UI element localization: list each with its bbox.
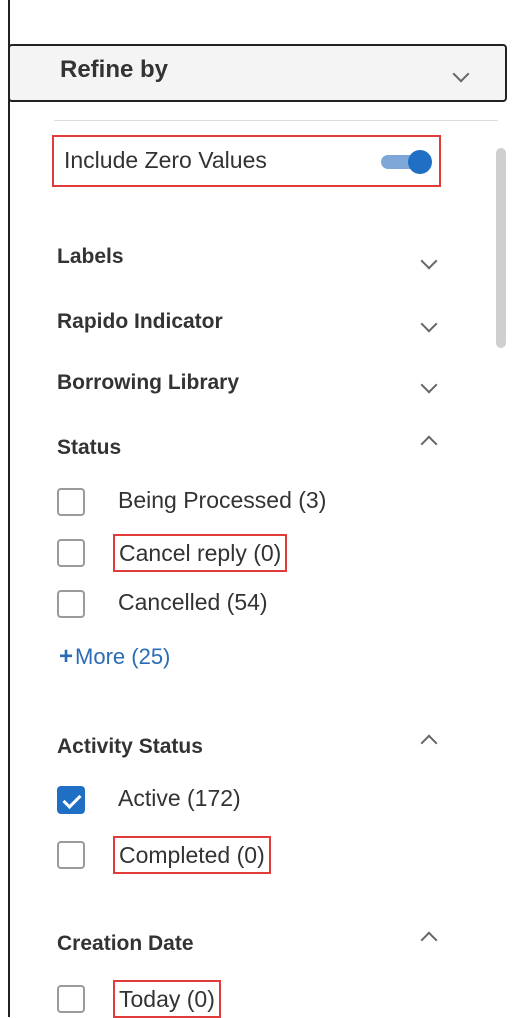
checkbox[interactable] [57,590,85,618]
chevron-up-icon[interactable] [420,435,438,453]
option-label-highlighted: Completed (0) [113,836,271,874]
checkbox-checked[interactable] [57,786,85,814]
checkbox[interactable] [57,488,85,516]
toggle-knob [408,150,432,174]
more-link[interactable]: +More (25) [59,643,170,671]
scrollbar-thumb[interactable] [496,148,506,348]
chevron-up-icon[interactable] [420,734,438,752]
chevron-down-icon[interactable] [452,65,470,83]
checkbox[interactable] [57,841,85,869]
header-divider [54,120,498,121]
panel-frame-border [8,0,10,1017]
section-title-labels[interactable]: Labels [57,245,124,269]
section-title-activity-status[interactable]: Activity Status [57,735,203,759]
include-zero-values-toggle[interactable] [381,150,432,174]
chevron-down-icon[interactable] [420,315,438,333]
refine-by-header[interactable]: Refine by [8,44,507,102]
option-label-highlighted: Today (0) [113,980,221,1018]
refine-by-title: Refine by [60,56,169,83]
checkbox[interactable] [57,985,85,1013]
section-title-borrowing-library[interactable]: Borrowing Library [57,371,239,395]
more-label: More (25) [75,644,171,669]
option-label: Being Processed (3) [118,487,327,513]
include-zero-values-row: Include Zero Values [52,135,441,187]
section-title-rapido-indicator[interactable]: Rapido Indicator [57,310,223,334]
chevron-down-icon[interactable] [420,376,438,394]
option-label: Cancelled (54) [118,589,268,615]
section-title-status[interactable]: Status [57,436,121,460]
chevron-up-icon[interactable] [420,931,438,949]
option-label-highlighted: Cancel reply (0) [113,534,288,572]
plus-icon: + [59,643,74,670]
section-title-creation-date[interactable]: Creation Date [57,932,194,956]
include-zero-values-label: Include Zero Values [64,147,267,173]
option-label: Active (172) [118,785,241,811]
checkbox[interactable] [57,539,85,567]
chevron-down-icon[interactable] [420,252,438,270]
